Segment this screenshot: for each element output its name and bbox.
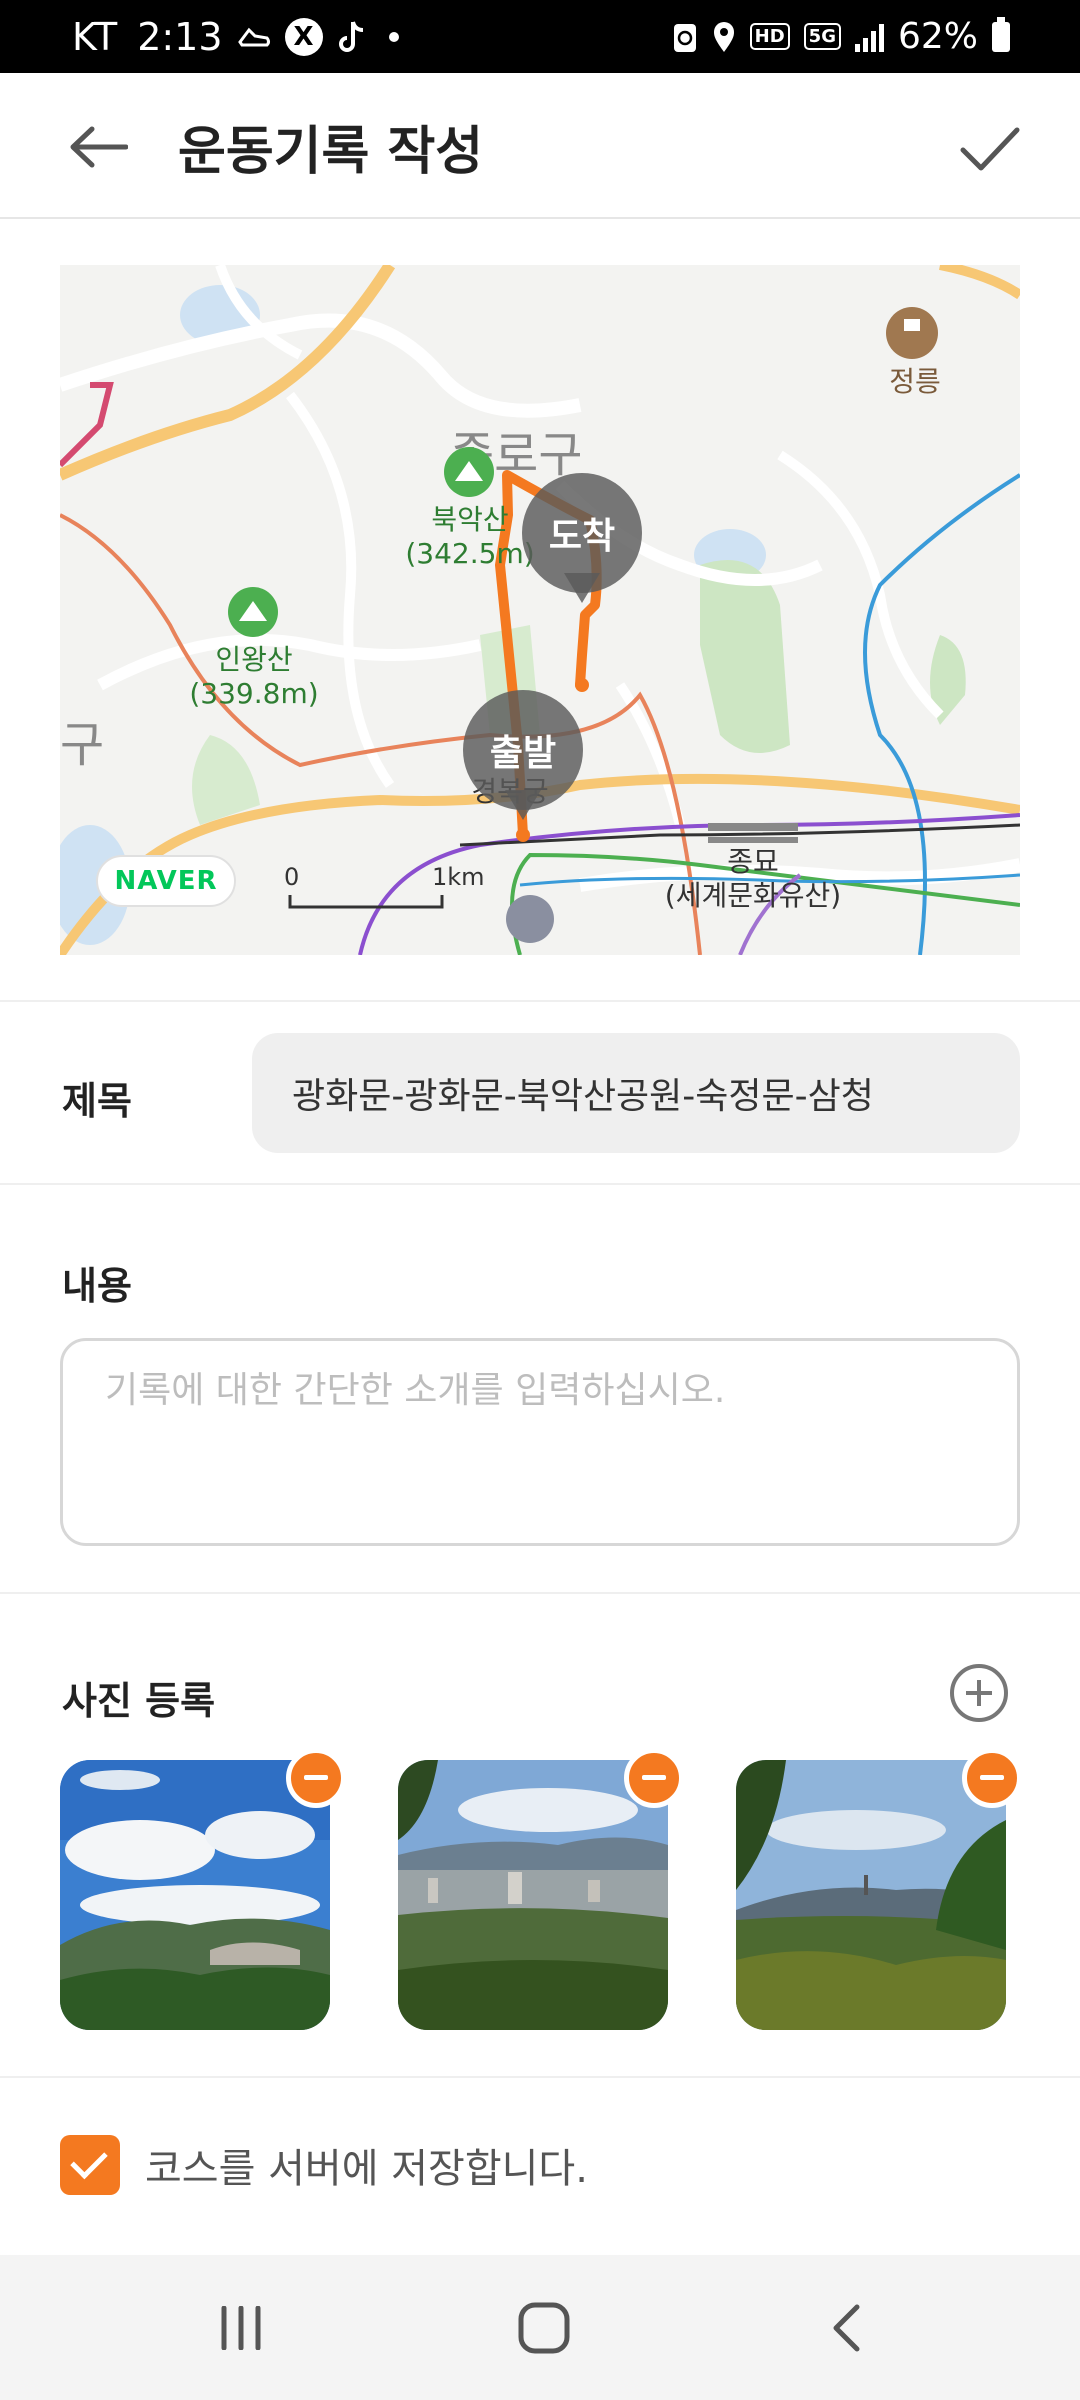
back-button[interactable] xyxy=(62,111,134,183)
scale-end-label: 1km xyxy=(432,863,485,891)
content-textarea[interactable] xyxy=(60,1338,1020,1546)
divider xyxy=(0,1592,1080,1594)
carrier-name: KT xyxy=(72,14,118,59)
museum-icon xyxy=(506,895,554,943)
clock: 2:13 xyxy=(137,14,223,59)
content-label: 내용 xyxy=(62,1264,132,1308)
nav-back-button[interactable] xyxy=(776,2255,916,2400)
place-label-jeongneung: 정릉 xyxy=(889,365,941,398)
place-label-inwangsan: 인왕산 (339.8m) xyxy=(189,643,319,710)
photo-thumbnail-3[interactable] xyxy=(736,1760,1006,2030)
end-marker[interactable]: 도착 xyxy=(522,473,642,613)
page-title: 운동기록 작성 xyxy=(178,121,484,182)
start-marker[interactable]: 출발 xyxy=(463,690,583,830)
plus-circle-icon[interactable] xyxy=(950,1664,1008,1722)
district-label-partial: 구 xyxy=(60,717,105,773)
start-marker-pointer xyxy=(505,790,541,820)
signal-icon xyxy=(854,22,884,52)
photo-city-view xyxy=(398,1760,668,2030)
mountain-icon xyxy=(444,447,494,497)
photo-thumbnail-2[interactable] xyxy=(398,1760,668,2030)
divider xyxy=(0,1000,1080,1002)
app-bar: 운동기록 작성 xyxy=(0,73,1080,219)
battery-icon xyxy=(992,16,1010,52)
place-label-jongmyo: 종묘 (세계문화유산) xyxy=(638,823,868,913)
remove-photo-1-button[interactable] xyxy=(286,1748,346,1808)
x-app-icon: X xyxy=(284,17,323,56)
confirm-button[interactable] xyxy=(950,109,1030,189)
tiktok-icon xyxy=(337,20,365,54)
checkmark-icon xyxy=(960,127,1020,171)
end-marker-pointer xyxy=(564,573,600,603)
flag-icon xyxy=(886,307,938,359)
scale-start-label: 0 xyxy=(284,863,300,891)
recycle-icon xyxy=(672,20,698,54)
route-map[interactable]: 종로구 구 북악산 (342.5m) 인왕산 (339.8m) 정릉 경복궁 종… xyxy=(60,265,1020,955)
system-nav-bar xyxy=(0,2255,1080,2400)
remove-photo-3-button[interactable] xyxy=(962,1748,1022,1808)
photo-forest-view xyxy=(736,1760,1006,2030)
running-shoe-icon xyxy=(237,22,271,52)
mountain-icon xyxy=(228,587,278,637)
status-bar: KT 2:13 X HD 5G 62% xyxy=(0,0,1080,73)
save-course-label[interactable]: 코스를 서버에 저장합니다. xyxy=(145,2135,588,2195)
title-label: 제목 xyxy=(62,1079,132,1123)
recents-button[interactable] xyxy=(171,2255,311,2400)
recents-icon xyxy=(221,2305,261,2350)
notification-dot-icon xyxy=(388,31,399,42)
photo-thumbnail-1[interactable] xyxy=(60,1760,330,2030)
home-button[interactable] xyxy=(474,2255,614,2400)
network-5g-badge: 5G xyxy=(803,23,841,50)
naver-logo: NAVER xyxy=(96,855,236,907)
battery-percent: 62% xyxy=(897,16,978,57)
location-icon xyxy=(712,21,736,53)
back-chevron-icon xyxy=(833,2304,860,2351)
remove-photo-2-button[interactable] xyxy=(624,1748,684,1808)
hd-badge: HD xyxy=(749,23,790,50)
home-icon xyxy=(518,2302,570,2353)
arrow-left-icon xyxy=(70,126,128,168)
save-course-checkbox[interactable] xyxy=(60,2135,120,2195)
place-label-bugaksan: 북악산 (342.5m) xyxy=(405,503,535,570)
photos-label: 사진 등록 xyxy=(62,1679,216,1723)
photo-clouds-mountain xyxy=(60,1760,330,2030)
divider xyxy=(0,2076,1080,2078)
title-input[interactable]: 광화문-광화문-북악산공원-숙정문-삼청 xyxy=(252,1033,1020,1153)
divider xyxy=(0,1183,1080,1185)
jongmyo-palace-icon xyxy=(708,823,798,843)
